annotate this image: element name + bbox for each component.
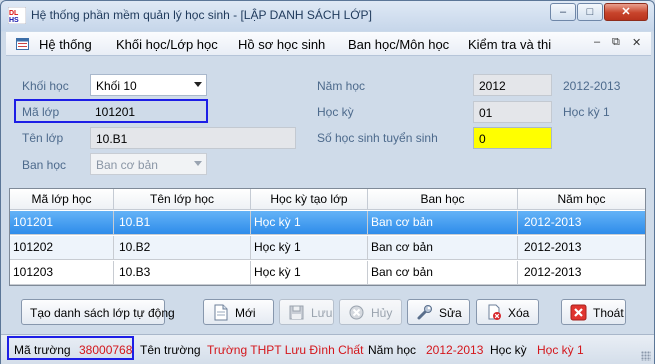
table-row[interactable]: 101201 10.B1 Học kỳ 1 Ban cơ bản 2012-20… [10, 211, 645, 235]
mdi-close-button[interactable]: ✕ [632, 36, 641, 49]
grid-header: Mã lớp học Tên lớp học Học kỳ tạo lớp Ba… [10, 189, 645, 210]
nam-hoc-value: 2012 [479, 79, 506, 93]
ban-hoc-select[interactable]: Ban cơ bản [90, 153, 207, 175]
khoi-hoc-select[interactable]: Khối 10 [90, 74, 207, 96]
form-icon [16, 38, 29, 50]
hoc-ky-label: Học kỳ [317, 105, 354, 119]
app-window: DL HS Hệ thống phần mềm quản lý học sinh… [0, 0, 655, 364]
mdi-restore-button[interactable]: ⧉ [612, 36, 620, 49]
cancel-icon [349, 305, 364, 320]
delete-button[interactable]: Xóa [476, 299, 539, 325]
status-hoc-ky-label: Học kỳ [490, 343, 527, 357]
status-nam-hoc-label: Năm học [368, 343, 417, 357]
new-button[interactable]: Mới [203, 299, 274, 325]
so-hoc-sinh-label: Số học sinh tuyển sinh [317, 131, 438, 145]
auto-create-list-button[interactable]: Tạo danh sách lớp tự động [21, 299, 175, 325]
ma-lop-label: Mã lớp [22, 105, 60, 119]
nam-hoc-field[interactable]: 2012 [473, 74, 552, 96]
column-header-nam-hoc[interactable]: Năm học [518, 189, 645, 210]
cell-ma-lop: 101201 [10, 211, 114, 235]
close-button[interactable]: ✕ [604, 3, 648, 21]
status-ma-truong-value: 38000768 [79, 343, 133, 357]
delete-label: Xóa [508, 306, 530, 320]
column-header-ma-lop[interactable]: Mã lớp học [10, 189, 114, 210]
hoc-ky-value: 01 [479, 106, 493, 120]
cell-nam-hoc: 2012-2013 [524, 240, 582, 254]
ma-lop-value: 101201 [95, 105, 136, 119]
delete-document-icon [488, 304, 501, 320]
svg-text:DL: DL [9, 10, 19, 17]
cell-hoc-ky: Học kỳ 1 [251, 261, 368, 285]
new-label: Mới [235, 306, 256, 320]
status-ten-truong-value: Trường THPT Lưu Đình Chất [207, 343, 364, 357]
edit-label: Sửa [439, 306, 462, 320]
khoi-hoc-value: Khối 10 [96, 79, 137, 93]
nam-hoc-text: 2012-2013 [563, 79, 621, 93]
menu-ban-hoc-mon-hoc[interactable]: Ban học/Môn học [348, 37, 449, 52]
cell-hoc-ky: Học kỳ 1 [251, 236, 368, 260]
status-nam-hoc-value: 2012-2013 [426, 343, 484, 357]
cell-hoc-ky: Học kỳ 1 [251, 211, 368, 235]
title-bar: DL HS Hệ thống phần mềm quản lý học sinh… [1, 1, 654, 31]
cell-nam-hoc: 2012-2013 [524, 215, 582, 229]
app-logo-icon: DL HS [8, 7, 26, 24]
cell-ban-hoc: Ban cơ bản [368, 211, 518, 235]
status-ma-truong-label: Mã trường [14, 343, 71, 357]
class-list-grid: Mã lớp học Tên lớp học Học kỳ tạo lớp Ba… [9, 188, 646, 286]
column-header-ten-lop[interactable]: Tên lớp học [114, 189, 251, 210]
hoc-ky-field[interactable]: 01 [473, 101, 552, 123]
auto-create-label: Tạo danh sách lớp tự động [30, 306, 175, 320]
ten-lop-label: Tên lớp [22, 131, 64, 145]
hoc-ky-text: Học kỳ 1 [563, 105, 610, 119]
chevron-down-icon [194, 161, 202, 166]
nam-hoc-label: Năm học [317, 79, 366, 93]
mdi-minimize-button[interactable]: – [594, 36, 600, 48]
khoi-hoc-label: Khối học [22, 79, 69, 93]
cell-ma-lop: 101203 [10, 261, 114, 285]
minimize-button[interactable]: – [550, 3, 576, 21]
window-title: Hệ thống phần mềm quản lý học sinh - [LẬ… [31, 8, 372, 22]
cell-ban-hoc: Ban cơ bản [368, 261, 518, 285]
menu-khoi-hoc-lop-hoc[interactable]: Khối học/Lớp học [116, 37, 218, 52]
chevron-down-icon [194, 82, 202, 87]
table-row[interactable]: 101202 10.B2 Học kỳ 1 Ban cơ bản 2012-20… [10, 236, 645, 260]
save-label: Lưu [311, 306, 333, 320]
exit-button[interactable]: Thoát [561, 299, 626, 325]
menu-kiem-tra-va-thi[interactable]: Kiểm tra và thi [468, 37, 551, 52]
cell-ban-hoc: Ban cơ bản [368, 236, 518, 260]
ten-lop-value: 10.B1 [96, 132, 128, 146]
edit-button[interactable]: Sửa [407, 299, 470, 325]
cell-ma-lop: 101202 [10, 236, 114, 260]
exit-x-icon [570, 304, 587, 321]
wrench-icon [417, 305, 432, 320]
ban-hoc-label: Ban học [22, 158, 67, 172]
cell-ten-lop: 10.B1 [114, 211, 251, 235]
exit-label: Thoát [593, 306, 624, 320]
new-document-icon [214, 304, 228, 321]
cell-nam-hoc: 2012-2013 [524, 265, 582, 279]
cell-ten-lop: 10.B2 [114, 236, 251, 260]
menu-ho-so-hoc-sinh[interactable]: Hồ sơ học sinh [238, 37, 325, 52]
status-bar: Mã trường 38000768 Tên trường Trường THP… [1, 334, 654, 364]
so-hoc-sinh-value: 0 [479, 132, 486, 146]
ten-lop-field[interactable]: 10.B1 [90, 127, 296, 149]
column-header-ban-hoc[interactable]: Ban học [368, 189, 518, 210]
svg-text:HS: HS [9, 17, 19, 24]
menu-bar: Hệ thống Khối học/Lớp học Hồ sơ học sinh… [6, 32, 651, 56]
maximize-button[interactable]: □ [577, 3, 603, 21]
column-header-hoc-ky[interactable]: Học kỳ tạo lớp [251, 189, 368, 210]
cancel-button[interactable]: Hủy [339, 299, 402, 325]
table-row[interactable]: 101203 10.B3 Học kỳ 1 Ban cơ bản 2012-20… [10, 261, 645, 285]
ban-hoc-value: Ban cơ bản [96, 158, 158, 172]
menu-he-thong[interactable]: Hệ thống [39, 37, 92, 52]
save-disk-icon [289, 305, 304, 320]
ma-lop-field[interactable]: 101201 [90, 101, 205, 123]
resize-grip-icon[interactable] [641, 351, 651, 361]
cancel-label: Hủy [371, 306, 393, 320]
status-hoc-ky-value: Học kỳ 1 [537, 343, 584, 357]
cell-ten-lop: 10.B3 [114, 261, 251, 285]
so-hoc-sinh-field[interactable]: 0 [473, 127, 552, 149]
status-ten-truong-label: Tên trường [140, 343, 201, 357]
save-button[interactable]: Lưu [279, 299, 334, 325]
